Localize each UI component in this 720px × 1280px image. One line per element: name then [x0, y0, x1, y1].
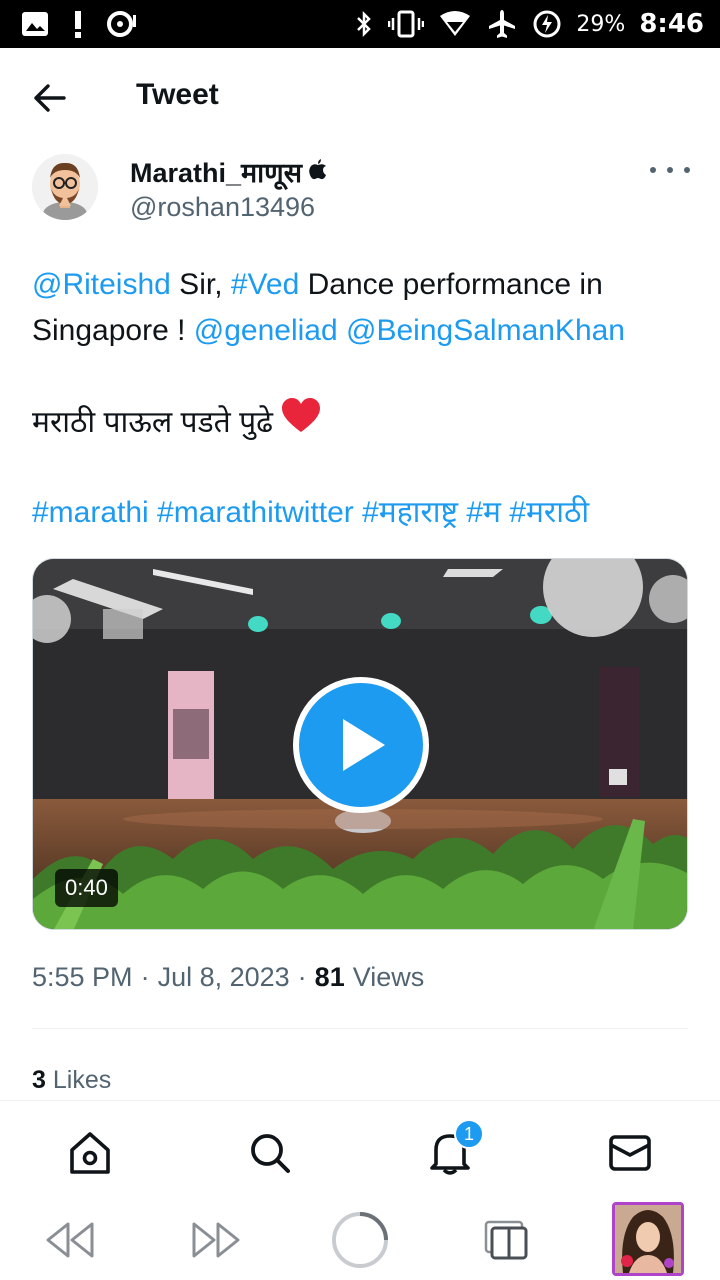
tweet-meta: 5:55 PM · Jul 8, 2023 · 81 Views — [32, 962, 424, 993]
back-button[interactable] — [30, 78, 70, 118]
more-dot-icon — [667, 167, 673, 173]
tab-home[interactable] — [66, 1129, 114, 1177]
hashtag-link[interactable]: #Ved — [231, 268, 299, 301]
heart-emoji-icon — [281, 398, 321, 448]
author-name[interactable]: Marathi_माणूस — [130, 153, 328, 190]
home-icon — [70, 1132, 110, 1174]
mention-link[interactable]: @geneliad — [194, 314, 338, 347]
rewind-icon — [46, 1222, 94, 1258]
vibrate-icon — [388, 9, 425, 39]
search-icon — [251, 1134, 290, 1173]
wifi-icon — [438, 10, 472, 38]
system-navigation-bar — [0, 1200, 720, 1280]
profile-photo — [615, 1205, 681, 1273]
likes-summary[interactable]: 3 Likes — [32, 1066, 111, 1095]
tabs-switcher-button[interactable] — [474, 1208, 538, 1272]
tab-search[interactable] — [246, 1129, 294, 1177]
page-title: Tweet — [136, 78, 219, 111]
battery-charging-icon — [532, 9, 562, 39]
tweet-text-space — [338, 314, 346, 347]
bluetooth-icon — [354, 9, 374, 39]
author-name-text: Marathi_माणूस — [130, 158, 302, 188]
bottom-tab-bar: 1 — [0, 1100, 720, 1200]
tab-notifications[interactable]: 1 — [426, 1119, 484, 1177]
video-player[interactable]: 0:40 — [32, 558, 688, 930]
gallery-notification-icon — [20, 10, 50, 38]
tweet-text-line: मराठी पाऊल पडते पुढे — [32, 398, 321, 448]
tweet-text-fragment: Sir, — [170, 268, 231, 301]
battery-percentage: 29% — [576, 11, 626, 37]
author-handle[interactable]: @roshan13496 — [130, 192, 315, 223]
more-options-button[interactable] — [650, 160, 690, 180]
top-app-bar: Tweet — [0, 48, 720, 146]
hashtags-line[interactable]: #marathi #marathitwitter #महाराष्ट्र #म … — [32, 490, 589, 536]
loading-button[interactable] — [328, 1208, 392, 1272]
play-button[interactable] — [293, 677, 429, 813]
clock: 8:46 — [639, 9, 704, 39]
tweet-text: @Riteishd Sir, #Ved Dance performance in… — [32, 262, 692, 354]
views-count[interactable]: 81 — [315, 962, 345, 993]
more-dot-icon — [650, 167, 656, 173]
divider — [32, 1028, 688, 1029]
more-dot-icon — [684, 167, 690, 173]
fast-forward-icon — [192, 1222, 240, 1258]
tweet-time[interactable]: 5:55 PM — [32, 962, 133, 993]
tabs-icon — [484, 1220, 528, 1260]
mention-link[interactable]: @Riteishd — [32, 268, 171, 301]
mail-icon — [609, 1135, 651, 1171]
meta-separator: · — [297, 962, 307, 992]
apple-icon — [308, 156, 328, 187]
notification-badge: 1 — [454, 1119, 484, 1149]
profile-thumbnail[interactable] — [612, 1202, 684, 1276]
author-avatar[interactable] — [32, 154, 98, 220]
play-icon — [343, 719, 385, 771]
likes-label: Likes — [52, 1066, 112, 1094]
meta-separator: · — [140, 962, 150, 992]
rewind-button[interactable] — [38, 1208, 102, 1272]
tweet-date[interactable]: Jul 8, 2023 — [158, 962, 290, 993]
video-duration: 0:40 — [55, 869, 118, 907]
media-notification-icon — [106, 9, 138, 39]
tab-messages[interactable] — [606, 1129, 654, 1177]
arrow-left-icon — [34, 84, 66, 112]
tweet-text-fragment: मराठी पाऊल पडते पुढे — [32, 406, 274, 439]
alert-icon — [72, 9, 84, 39]
airplane-mode-icon — [486, 8, 518, 40]
loading-spinner-icon — [332, 1212, 388, 1268]
status-bar: 29% 8:46 — [0, 0, 720, 48]
mention-link[interactable]: @BeingSalmanKhan — [346, 314, 625, 347]
fast-forward-button[interactable] — [184, 1208, 248, 1272]
likes-count: 3 — [32, 1066, 46, 1094]
views-label[interactable]: Views — [353, 962, 425, 993]
